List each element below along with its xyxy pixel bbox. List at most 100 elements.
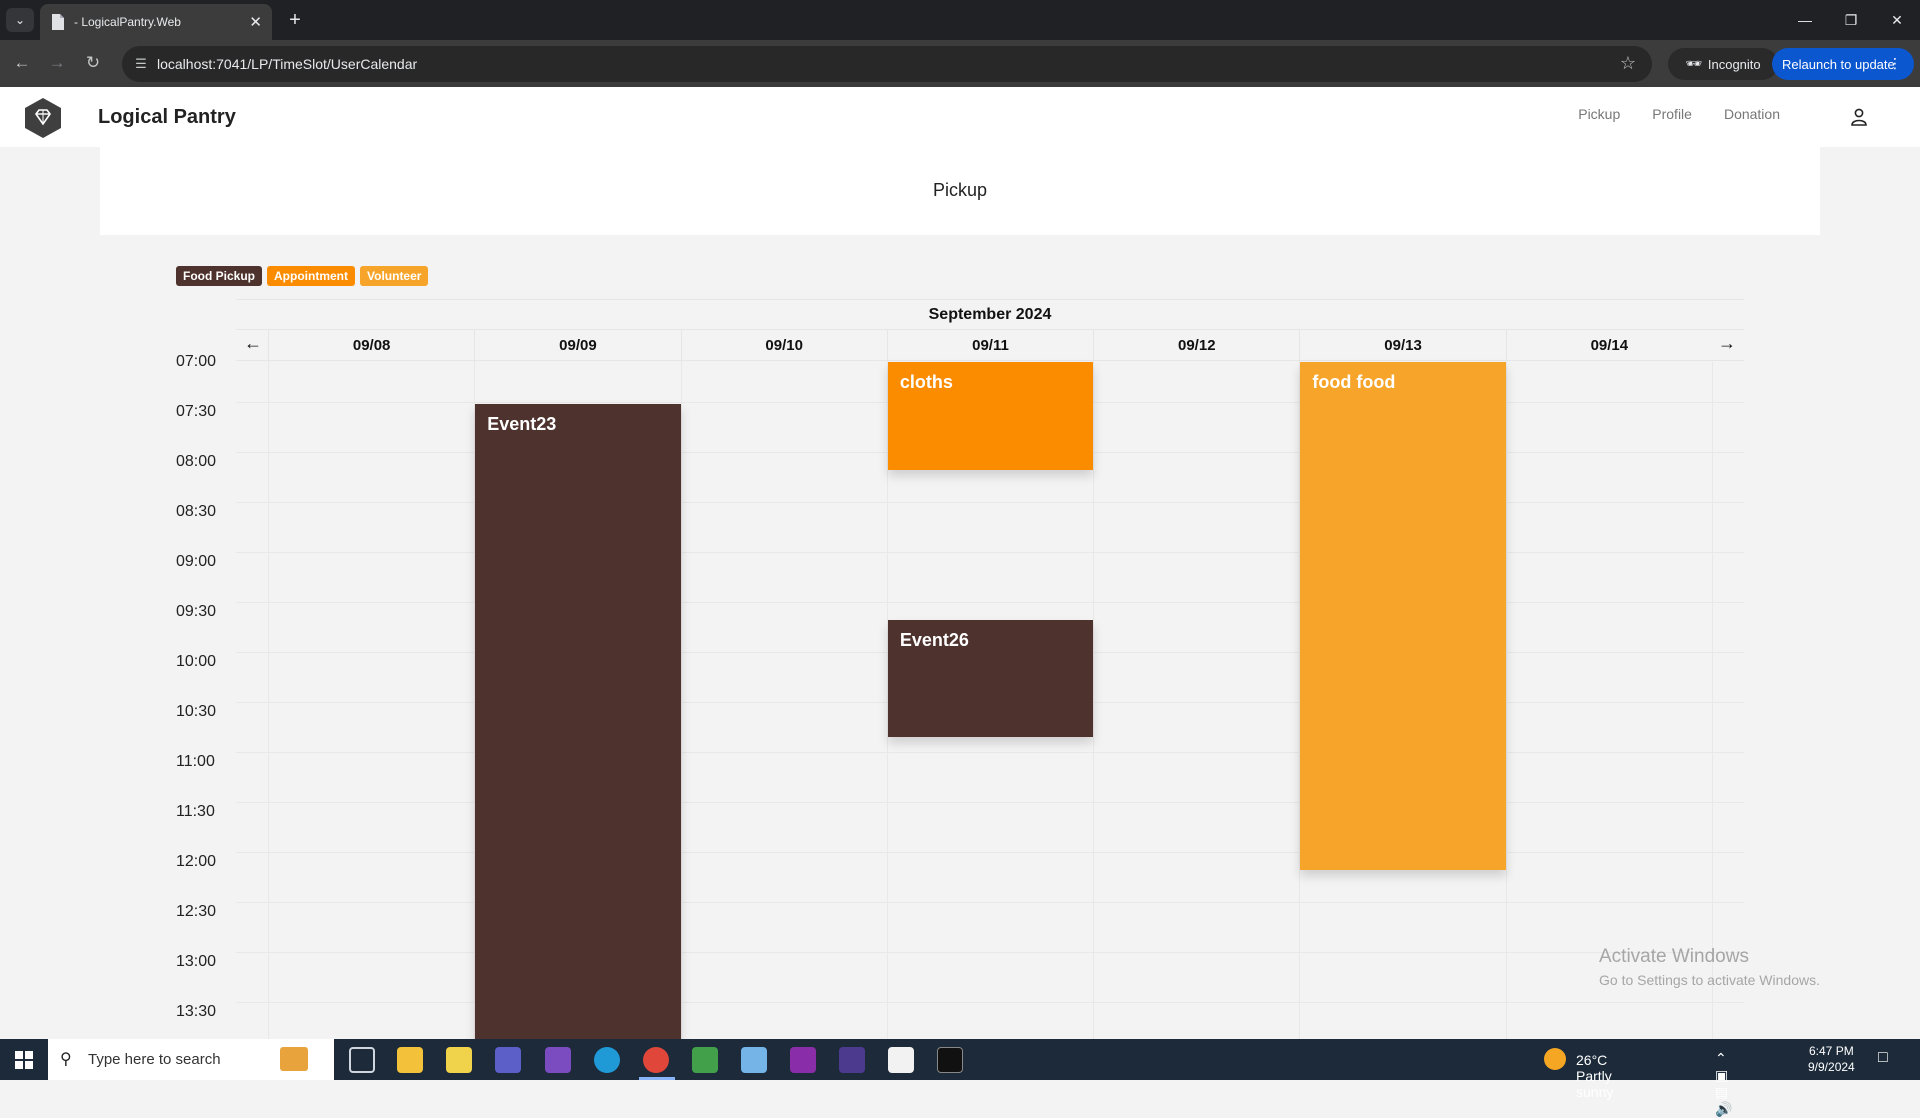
taskbar-search[interactable]: ⚲ Type here to search — [48, 1039, 334, 1080]
day-header-09-12: 09/12 — [1093, 330, 1299, 362]
time-label: 10:30 — [176, 703, 217, 720]
arrow-right-icon[interactable]: → — [1718, 333, 1736, 354]
nav-donation[interactable]: Donation — [1724, 106, 1780, 122]
tab-search-button[interactable]: ⌄ — [6, 8, 34, 32]
reload-icon[interactable]: ↻ — [81, 51, 105, 75]
grid-line — [236, 502, 1744, 503]
address-bar[interactable]: ☰ localhost:7041/LP/TimeSlot/UserCalenda… — [122, 46, 1652, 82]
tab-title: - LogicalPantry.Web — [74, 15, 181, 29]
arrow-left-icon[interactable]: ← — [244, 333, 262, 354]
legend-volunteer: Volunteer — [360, 266, 429, 286]
nav-pickup[interactable]: Pickup — [1578, 106, 1620, 122]
day-header-09-11: 09/11 — [886, 330, 1093, 362]
time-label: 08:30 — [176, 503, 217, 520]
grid-line — [236, 1002, 1744, 1003]
grid-line — [236, 602, 1744, 603]
time-label: 11:30 — [176, 803, 215, 820]
dib-icon[interactable] — [888, 1047, 914, 1073]
tray-icons[interactable]: ⌃ ▣ ▤ 🔊 — [1715, 1050, 1738, 1118]
onenote-icon[interactable] — [790, 1047, 816, 1073]
visual-studio-icon[interactable] — [545, 1047, 571, 1073]
search-icon: ⚲ — [60, 1051, 72, 1068]
legend-food-pickup: Food Pickup — [176, 266, 262, 286]
close-icon[interactable]: ✕ — [249, 13, 262, 31]
time-label: 11:00 — [176, 753, 215, 770]
edge-icon[interactable] — [594, 1047, 620, 1073]
site-settings-icon[interactable]: ☰ — [132, 55, 150, 73]
time-label: 12:30 — [176, 903, 217, 920]
brand-name[interactable]: Logical Pantry — [98, 106, 236, 129]
event-legend: Food Pickup Appointment Volunteer — [176, 266, 429, 286]
grid-column-line — [680, 362, 682, 1039]
day-header-09-13: 09/13 — [1299, 330, 1505, 362]
activate-windows-watermark: Activate Windows Go to Settings to activ… — [1599, 946, 1820, 988]
time-label: 07:00 — [176, 353, 217, 370]
calendar-event[interactable]: Event26 — [887, 620, 1094, 737]
url-text[interactable]: localhost:7041/LP/TimeSlot/UserCalendar — [157, 56, 417, 72]
forward-icon[interactable]: → — [45, 51, 69, 75]
event-title: Event23 — [487, 413, 557, 434]
bookmark-star-icon[interactable]: ☆ — [1620, 53, 1636, 74]
grid-line — [236, 852, 1744, 853]
incognito-indicator[interactable]: 🕶 Incognito — [1668, 48, 1778, 80]
back-icon[interactable]: ← — [10, 51, 34, 75]
watermark-title: Activate Windows — [1599, 946, 1749, 967]
grid-column-line — [1093, 362, 1095, 1039]
page-title: Pickup — [932, 180, 988, 200]
windows-start-icon[interactable] — [0, 1039, 48, 1080]
browser-tab[interactable]: - LogicalPantry.Web ✕ — [40, 4, 272, 40]
file-explorer-icon[interactable] — [397, 1047, 423, 1073]
calendar-month-title: September 2024 — [236, 299, 1744, 329]
page-icon — [52, 14, 64, 30]
weather-icon[interactable] — [1544, 1048, 1566, 1070]
clock-time: 6:47 PM — [1809, 1044, 1854, 1058]
grid-line — [236, 752, 1744, 753]
close-window-icon[interactable]: ✕ — [1874, 0, 1920, 40]
teams-icon[interactable] — [495, 1047, 521, 1073]
calendar-event[interactable]: food food — [1300, 362, 1506, 871]
day-header-09-08: 09/08 — [268, 330, 474, 362]
grid-column-line — [1712, 362, 1713, 1039]
page-content: Pickup Food Pickup Appointment Volunteer… — [0, 147, 1920, 1039]
time-label: 13:00 — [176, 953, 217, 970]
grid-column-line — [268, 362, 269, 1039]
browser-tabstrip: ⌄ - LogicalPantry.Web ✕ + — ❐ ✕ — [0, 0, 1920, 40]
time-label: 13:30 — [176, 1003, 217, 1020]
restore-icon[interactable]: ❐ — [1828, 0, 1874, 40]
calendar-event[interactable]: cloths — [887, 362, 1094, 471]
notepad-icon[interactable] — [741, 1047, 767, 1073]
calendar-event[interactable]: Event23 — [475, 403, 681, 1039]
diamond-logo-icon[interactable] — [24, 97, 62, 139]
day-header-09-09: 09/09 — [474, 330, 680, 362]
chrome-icon[interactable] — [643, 1047, 669, 1073]
briefcase-icon[interactable] — [280, 1047, 308, 1071]
weather-text[interactable]: 26°C Partly sunny — [1576, 1052, 1613, 1100]
grid-line — [236, 552, 1744, 553]
terminal-icon[interactable] — [937, 1047, 963, 1073]
task-view-icon[interactable] — [349, 1047, 375, 1073]
new-tab-button[interactable]: + — [283, 8, 307, 32]
notepad-plus-icon[interactable] — [692, 1047, 718, 1073]
grid-line — [236, 902, 1744, 903]
time-label: 08:00 — [176, 453, 217, 470]
taskbar-search-placeholder: Type here to search — [88, 1051, 221, 1068]
ssms-icon[interactable] — [839, 1047, 865, 1073]
grid-line — [236, 952, 1744, 953]
nav-profile[interactable]: Profile — [1652, 106, 1692, 122]
minimize-icon[interactable]: — — [1782, 0, 1828, 40]
taskbar-clock[interactable]: 6:47 PM 9/9/2024 — [1808, 1043, 1855, 1075]
incognito-label: Incognito — [1707, 56, 1761, 72]
user-icon[interactable] — [1850, 107, 1868, 127]
chevron-down-icon: ⌄ — [14, 13, 26, 27]
watermark-subtitle: Go to Settings to activate Windows. — [1599, 972, 1820, 988]
calendar-grid: Event23 cloths Event26 food food — [236, 362, 1744, 1039]
main-nav: Pickup Profile Donation — [1546, 106, 1780, 122]
browser-toolbar: ← → ↻ ☰ localhost:7041/LP/TimeSlot/UserC… — [0, 40, 1920, 87]
relaunch-button[interactable]: Relaunch to update ⋮ — [1772, 48, 1914, 80]
notification-icon[interactable]: □ — [1878, 1049, 1898, 1069]
more-menu-icon[interactable]: ⋮ — [1888, 55, 1902, 72]
windows-taskbar: ⚲ Type here to search 26°C Partly sunny … — [0, 1039, 1920, 1117]
app-header: Logical Pantry Pickup Profile Donation — [0, 87, 1920, 147]
time-label: 10:00 — [176, 653, 217, 670]
sticky-app-icon[interactable] — [446, 1047, 472, 1073]
